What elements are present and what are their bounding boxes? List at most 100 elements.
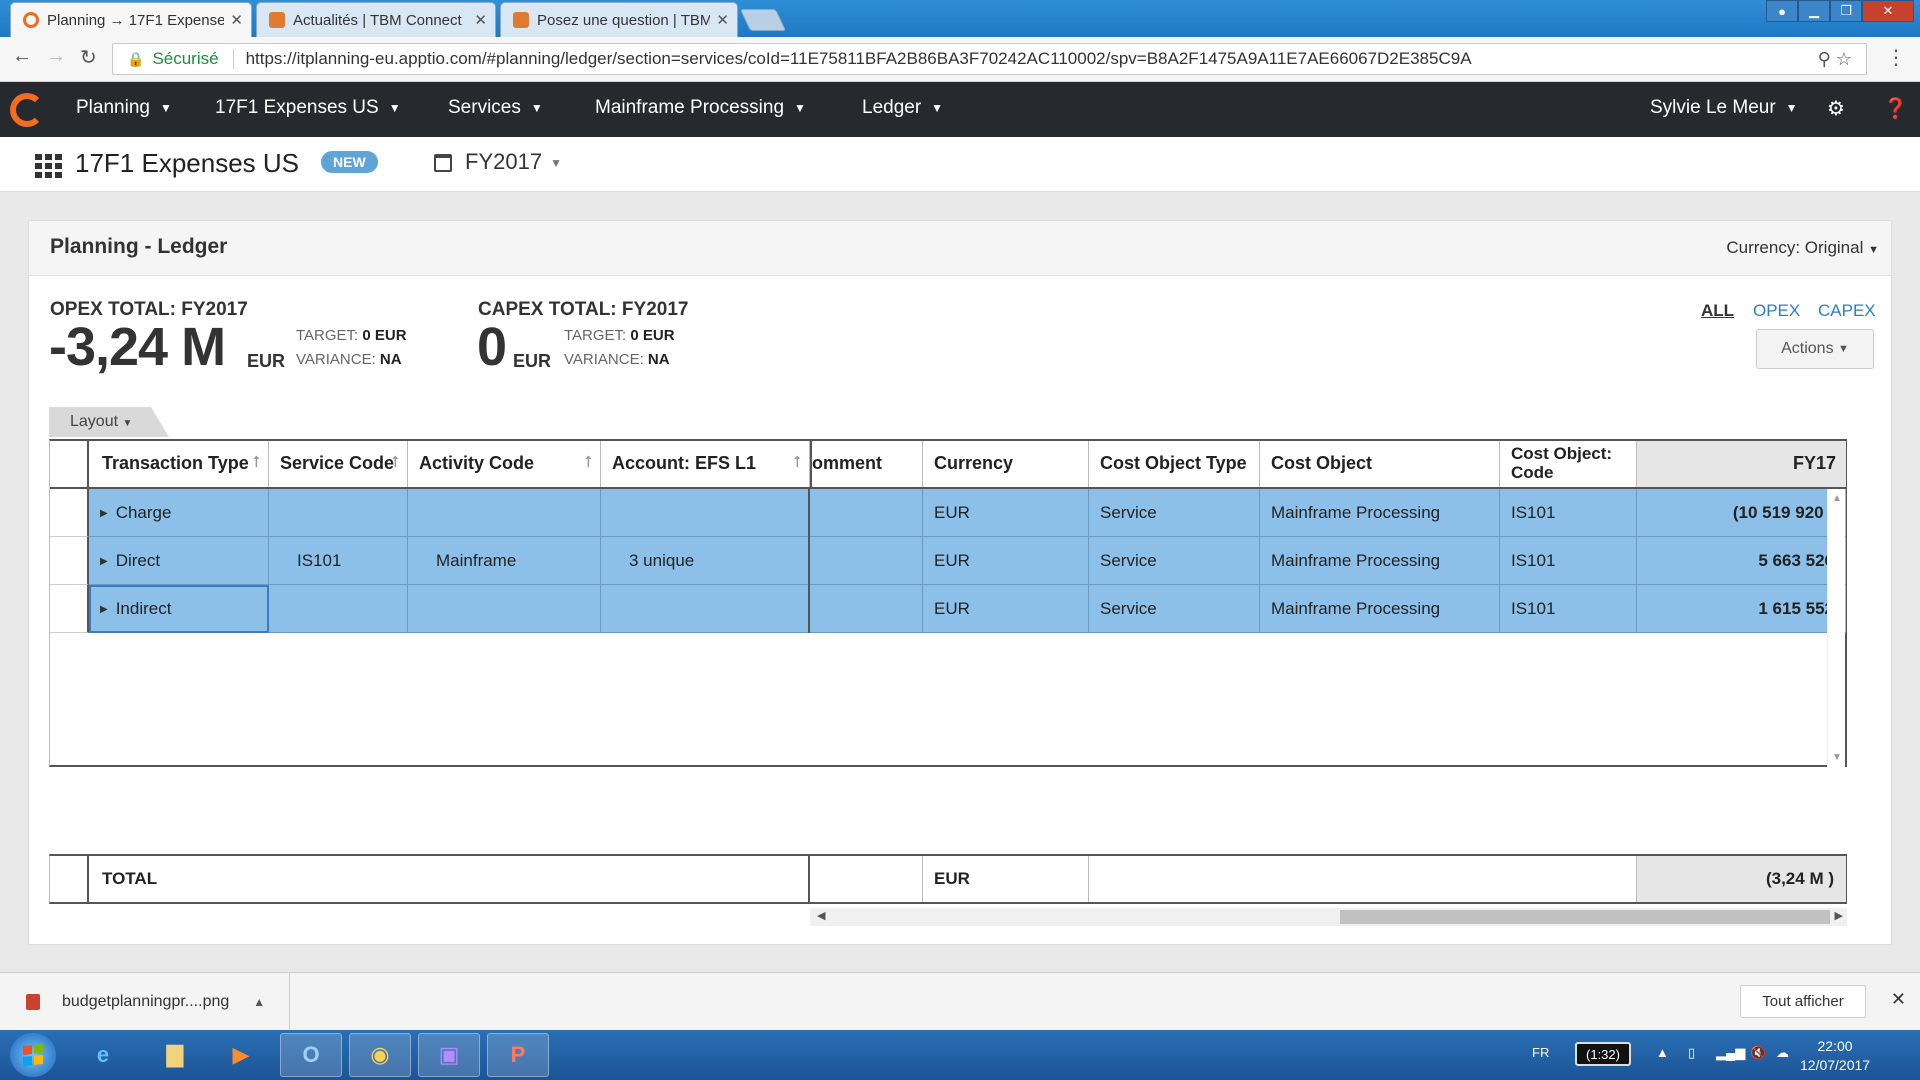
cell-service-code[interactable] (269, 585, 408, 633)
cell-cost-object-type[interactable]: Service (1089, 489, 1260, 537)
nav-planning[interactable]: Planning ▼ (76, 97, 172, 119)
expand-triangle-icon[interactable]: ▶ (100, 604, 108, 615)
col-comment[interactable]: omment (812, 441, 923, 487)
nav-services[interactable]: Services ▼ (448, 97, 543, 119)
language-indicator[interactable]: FR (1532, 1045, 1549, 1060)
show-all-button[interactable]: Tout afficher (1740, 985, 1866, 1018)
cell-cost-object-code[interactable]: IS101 (1500, 537, 1637, 585)
table-row[interactable]: ▶ Indirect EUR Service Mainframe Processi… (50, 585, 1846, 633)
col-cost-object-type[interactable]: Cost Object Type (1089, 441, 1260, 487)
tab-close-icon[interactable]: ✕ (230, 11, 243, 29)
network-icon[interactable]: ▂▄▆ (1716, 1045, 1745, 1061)
internet-explorer-icon[interactable]: e (72, 1033, 134, 1077)
cell-fy17[interactable]: 5 663 526 (1637, 537, 1846, 585)
calendar-icon[interactable] (434, 154, 452, 172)
powerpoint-icon[interactable]: P (487, 1033, 549, 1077)
scroll-left-icon[interactable]: ◀ (817, 909, 825, 922)
maximize-icon[interactable]: ❐ (1830, 0, 1862, 22)
cell-currency[interactable]: EUR (923, 537, 1089, 585)
actions-button[interactable]: Actions ▼ (1756, 329, 1874, 369)
cell-service-code[interactable]: IS101 (269, 537, 408, 585)
nav-ledger[interactable]: Ledger ▼ (862, 97, 943, 119)
cell-transaction-type[interactable]: ▶ Direct (89, 537, 269, 585)
row-select[interactable] (50, 585, 89, 633)
close-icon[interactable]: ✕ (1891, 989, 1906, 1010)
col-account-efs-l1[interactable]: Account: EFS L1 ⭡ (601, 441, 810, 487)
cell-comment[interactable] (812, 585, 923, 633)
scrollbar-thumb[interactable] (1340, 910, 1830, 924)
cell-cost-object[interactable]: Mainframe Processing (1260, 537, 1500, 585)
user-menu[interactable]: Sylvie Le Meur ▼ (1650, 97, 1798, 119)
sort-icon[interactable]: ⭡ (252, 454, 260, 472)
cell-currency[interactable]: EUR (923, 585, 1089, 633)
start-button[interactable] (10, 1033, 56, 1077)
cell-cost-object[interactable]: Mainframe Processing (1260, 489, 1500, 537)
phone-icon[interactable]: ▯ (1688, 1045, 1695, 1061)
cell-cost-object-type[interactable]: Service (1089, 585, 1260, 633)
tab-close-icon[interactable]: ✕ (474, 11, 487, 29)
row-select[interactable] (50, 537, 89, 585)
browser-menu-icon[interactable]: ⋮ (1886, 45, 1906, 70)
file-explorer-icon[interactable]: ▇ (144, 1033, 206, 1077)
filter-capex[interactable]: CAPEX (1818, 301, 1876, 321)
chevron-up-icon[interactable]: ▲ (253, 995, 265, 1009)
close-window-icon[interactable]: ✕ (1862, 0, 1914, 22)
chrome-icon[interactable]: ◉ (349, 1033, 411, 1077)
cell-cost-object-code[interactable]: IS101 (1500, 489, 1637, 537)
scroll-up-icon[interactable]: ▲ (1832, 493, 1842, 504)
cell-comment[interactable] (812, 537, 923, 585)
outlook-icon[interactable]: O (280, 1033, 342, 1077)
media-player-icon[interactable]: ▶ (210, 1033, 272, 1077)
address-bar[interactable]: 🔒 Sécurisé https://itplanning-eu.apptio.… (112, 43, 1867, 75)
cell-fy17[interactable]: 1 615 552 (1637, 585, 1846, 633)
table-row[interactable]: ▶ Direct IS101 Mainframe 3 unique EUR Ser… (50, 537, 1846, 585)
currency-selector[interactable]: Currency: Original ▼ (1726, 238, 1879, 258)
forward-arrow-icon[interactable]: → (46, 45, 66, 68)
col-currency[interactable]: Currency (923, 441, 1089, 487)
tray-expand-icon[interactable]: ▲ (1656, 1045, 1669, 1060)
reload-icon[interactable]: ↻ (80, 45, 97, 70)
col-transaction-type[interactable]: Transaction Type ⭡ (91, 441, 269, 487)
cell-account[interactable] (601, 489, 810, 537)
minimize-icon[interactable]: ▁ (1798, 0, 1830, 22)
browser-tab-tbm-question[interactable]: Posez une question | TBM Connect ✕ (500, 2, 738, 37)
scroll-right-icon[interactable]: ▶ (1835, 909, 1843, 922)
system-clock[interactable]: 22:00 12/07/2017 (1800, 1037, 1870, 1075)
sort-icon[interactable]: ⭡ (584, 454, 592, 472)
cell-account[interactable] (601, 585, 810, 633)
expand-triangle-icon[interactable]: ▶ (100, 556, 108, 567)
col-activity-code[interactable]: Activity Code ⭡ (408, 441, 601, 487)
back-arrow-icon[interactable]: ← (12, 45, 32, 68)
download-item[interactable]: budgetplanningpr....png ▲ (0, 973, 290, 1031)
col-service-code[interactable]: Service Code ⭡ (269, 441, 408, 487)
cell-currency[interactable]: EUR (923, 489, 1089, 537)
col-cost-object-code[interactable]: Cost Object: Code (1500, 441, 1637, 487)
cell-transaction-type[interactable]: ▶ Charge (89, 489, 269, 537)
cell-activity-code[interactable] (408, 489, 601, 537)
cell-service-code[interactable] (269, 489, 408, 537)
zoom-bookmark-icons[interactable]: ⚲ ☆ (1818, 49, 1852, 70)
tab-close-icon[interactable]: ✕ (716, 11, 729, 29)
help-icon[interactable]: ❓ (1883, 96, 1908, 121)
table-row[interactable]: ▶ Charge EUR Service Mainframe Processing… (50, 489, 1846, 537)
layout-tab[interactable]: Layout ▼ (49, 407, 169, 437)
scroll-down-icon[interactable]: ▼ (1832, 752, 1842, 763)
cell-fy17[interactable]: (10 519 920 ) (1637, 489, 1846, 537)
volume-icon[interactable]: 🔇 (1750, 1045, 1766, 1061)
col-fy17[interactable]: FY17 (1637, 441, 1846, 487)
sort-icon[interactable]: ⭡ (793, 454, 801, 472)
cell-cost-object[interactable]: Mainframe Processing (1260, 585, 1500, 633)
cell-cost-object-type[interactable]: Service (1089, 537, 1260, 585)
filter-all[interactable]: ALL (1701, 301, 1734, 321)
browser-tab-tbm-news[interactable]: Actualités | TBM Connect ✕ (256, 2, 496, 37)
filter-opex[interactable]: OPEX (1753, 301, 1800, 321)
nav-project[interactable]: 17F1 Expenses US ▼ (215, 97, 401, 119)
expand-triangle-icon[interactable]: ▶ (100, 508, 108, 519)
user-profile-icon[interactable]: ● (1766, 0, 1798, 22)
nav-mainframe-processing[interactable]: Mainframe Processing ▼ (595, 97, 806, 119)
app-icon[interactable]: ▣ (418, 1033, 480, 1077)
battery-indicator[interactable]: (1:32) (1575, 1042, 1631, 1066)
vertical-scrollbar[interactable]: ▲ ▼ (1827, 489, 1845, 767)
cell-activity-code[interactable]: Mainframe (408, 537, 601, 585)
cell-comment[interactable] (812, 489, 923, 537)
